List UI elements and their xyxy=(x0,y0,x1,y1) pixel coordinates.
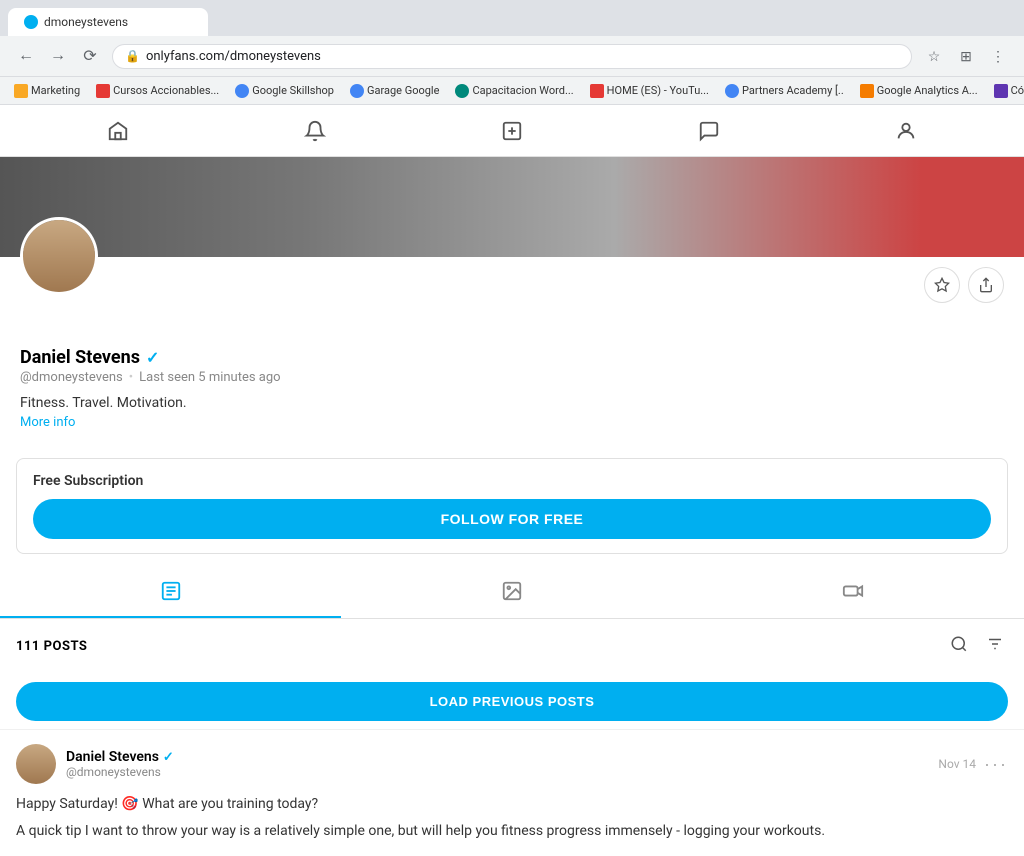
posts-actions-row xyxy=(946,631,1008,662)
home-nav-icon[interactable] xyxy=(98,111,138,151)
post-verified-icon: ✓ xyxy=(163,750,174,765)
cover-background xyxy=(0,157,1024,257)
create-nav-icon[interactable] xyxy=(492,111,532,151)
tab-videos[interactable] xyxy=(683,566,1024,618)
subscription-box: Free Subscription FOLLOW FOR FREE xyxy=(16,458,1008,554)
bookmark-label: Partners Academy [.. xyxy=(742,84,844,97)
profile-name-text: Daniel Stevens xyxy=(20,347,140,368)
favorite-button[interactable] xyxy=(924,267,960,303)
bookmark-label: Google Skillshop xyxy=(252,84,334,97)
post-author: Daniel Stevens ✓ @dmoneystevens xyxy=(16,744,174,784)
cover-photo xyxy=(0,157,1024,257)
browser-chrome: dmoneystevens ← → ⟳ 🔒 onlyfans.com/dmone… xyxy=(0,0,1024,105)
address-text: onlyfans.com/dmoneystevens xyxy=(146,49,899,64)
bookmark-capacitacion[interactable]: Capacitacion Word... xyxy=(449,82,579,100)
page-nav xyxy=(0,105,1024,157)
post-line-1: Happy Saturday! 🎯 What are you training … xyxy=(16,794,1008,815)
browser-tab[interactable]: dmoneystevens xyxy=(8,8,208,36)
lock-icon: 🔒 xyxy=(125,49,140,63)
bookmark-icon xyxy=(455,84,469,98)
menu-icon[interactable]: ⋮ xyxy=(984,42,1012,70)
browser-address-bar: ← → ⟳ 🔒 onlyfans.com/dmoneystevens ☆ ⊞ ⋮ xyxy=(0,36,1024,76)
load-previous-posts-button[interactable]: LOAD PREVIOUS POSTS xyxy=(16,682,1008,721)
search-posts-button[interactable] xyxy=(946,631,972,662)
bookmark-garage[interactable]: Garage Google xyxy=(344,82,445,100)
bookmark-label: HOME (ES) - YouTu... xyxy=(607,84,709,97)
reload-button[interactable]: ⟳ xyxy=(76,42,104,70)
post-header: Daniel Stevens ✓ @dmoneystevens Nov 14 ·… xyxy=(16,744,1008,784)
post-item: Daniel Stevens ✓ @dmoneystevens Nov 14 ·… xyxy=(0,729,1024,856)
more-info-link[interactable]: More info xyxy=(20,415,75,430)
post-author-name-text: Daniel Stevens xyxy=(66,749,159,765)
bookmark-icon xyxy=(590,84,604,98)
tab-title: dmoneystevens xyxy=(44,15,128,29)
post-meta: Nov 14 ··· xyxy=(938,754,1008,775)
bookmarks-bar: Marketing Cursos Accionables... Google S… xyxy=(0,76,1024,104)
bookmark-icon xyxy=(235,84,249,98)
filter-posts-button[interactable] xyxy=(982,631,1008,662)
forward-button[interactable]: → xyxy=(44,42,72,70)
profile-handle-row: @dmoneystevens • Last seen 5 minutes ago xyxy=(20,370,1004,385)
avatar xyxy=(20,217,98,295)
post-date: Nov 14 xyxy=(938,757,976,771)
profile-info: Daniel Stevens ✓ @dmoneystevens • Last s… xyxy=(20,303,1004,430)
post-author-name: Daniel Stevens ✓ xyxy=(66,749,174,765)
bookmark-label: Cursos Accionables... xyxy=(113,84,219,97)
star-icon[interactable]: ☆ xyxy=(920,42,948,70)
bookmark-analytics[interactable]: Google Analytics A... xyxy=(854,82,984,100)
address-field[interactable]: 🔒 onlyfans.com/dmoneystevens xyxy=(112,44,912,69)
post-more-button[interactable]: ··· xyxy=(984,754,1008,775)
nav-buttons: ← → ⟳ xyxy=(12,42,104,70)
share-button[interactable] xyxy=(968,267,1004,303)
bookmark-marketing[interactable]: Marketing xyxy=(8,82,86,100)
last-seen-text: Last seen 5 minutes ago xyxy=(139,370,280,385)
profile-bio: Fitness. Travel. Motivation. xyxy=(20,395,1004,411)
subscription-title: Free Subscription xyxy=(33,473,991,489)
bookmark-icon xyxy=(14,84,28,98)
browser-tab-bar: dmoneystevens xyxy=(0,0,1024,36)
bookmark-icon xyxy=(860,84,874,98)
bookmark-como[interactable]: Cómo crea xyxy=(988,82,1024,100)
extension-icon[interactable]: ⊞ xyxy=(952,42,980,70)
bookmark-label: Garage Google xyxy=(367,84,439,97)
posts-header: 111 POSTS xyxy=(0,619,1024,674)
bookmark-label: Google Analytics A... xyxy=(877,84,978,97)
tab-favicon xyxy=(24,15,38,29)
post-author-info: Daniel Stevens ✓ @dmoneystevens xyxy=(66,749,174,779)
bookmark-skillshop[interactable]: Google Skillshop xyxy=(229,82,340,100)
avatar-image xyxy=(23,220,95,292)
tab-posts[interactable] xyxy=(0,566,341,618)
bookmark-icon xyxy=(725,84,739,98)
profile-actions xyxy=(20,257,1004,303)
profile-section: Daniel Stevens ✓ @dmoneystevens • Last s… xyxy=(0,257,1024,446)
profile-handle-text: @dmoneystevens xyxy=(20,370,123,385)
notifications-nav-icon[interactable] xyxy=(295,111,335,151)
profile-name: Daniel Stevens ✓ xyxy=(20,347,1004,368)
bookmark-label: Capacitacion Word... xyxy=(472,84,573,97)
post-avatar xyxy=(16,744,56,784)
post-author-handle: @dmoneystevens xyxy=(66,765,174,779)
tab-photos[interactable] xyxy=(341,566,682,618)
profile-nav-icon[interactable] xyxy=(886,111,926,151)
bookmark-label: Marketing xyxy=(31,84,80,97)
post-line-2: A quick tip I want to throw your way is … xyxy=(16,821,1008,842)
verified-badge-icon: ✓ xyxy=(146,348,159,367)
bio-text: Fitness. Travel. Motivation. xyxy=(20,395,187,411)
bookmark-home-yt[interactable]: HOME (ES) - YouTu... xyxy=(584,82,715,100)
follow-for-free-button[interactable]: FOLLOW FOR FREE xyxy=(33,499,991,539)
browser-toolbar-icons: ☆ ⊞ ⋮ xyxy=(920,42,1012,70)
bookmark-label: Cómo crea xyxy=(1011,84,1024,97)
content-tabs xyxy=(0,566,1024,619)
bookmark-partners[interactable]: Partners Academy [.. xyxy=(719,82,850,100)
bookmark-icon xyxy=(96,84,110,98)
load-previous-wrap: LOAD PREVIOUS POSTS xyxy=(0,674,1024,729)
separator: • xyxy=(129,370,133,385)
messages-nav-icon[interactable] xyxy=(689,111,729,151)
bookmark-cursos[interactable]: Cursos Accionables... xyxy=(90,82,225,100)
posts-count: 111 POSTS xyxy=(16,639,87,654)
post-content: Happy Saturday! 🎯 What are you training … xyxy=(16,794,1008,842)
bookmark-icon xyxy=(994,84,1008,98)
back-button[interactable]: ← xyxy=(12,42,40,70)
bookmark-icon xyxy=(350,84,364,98)
